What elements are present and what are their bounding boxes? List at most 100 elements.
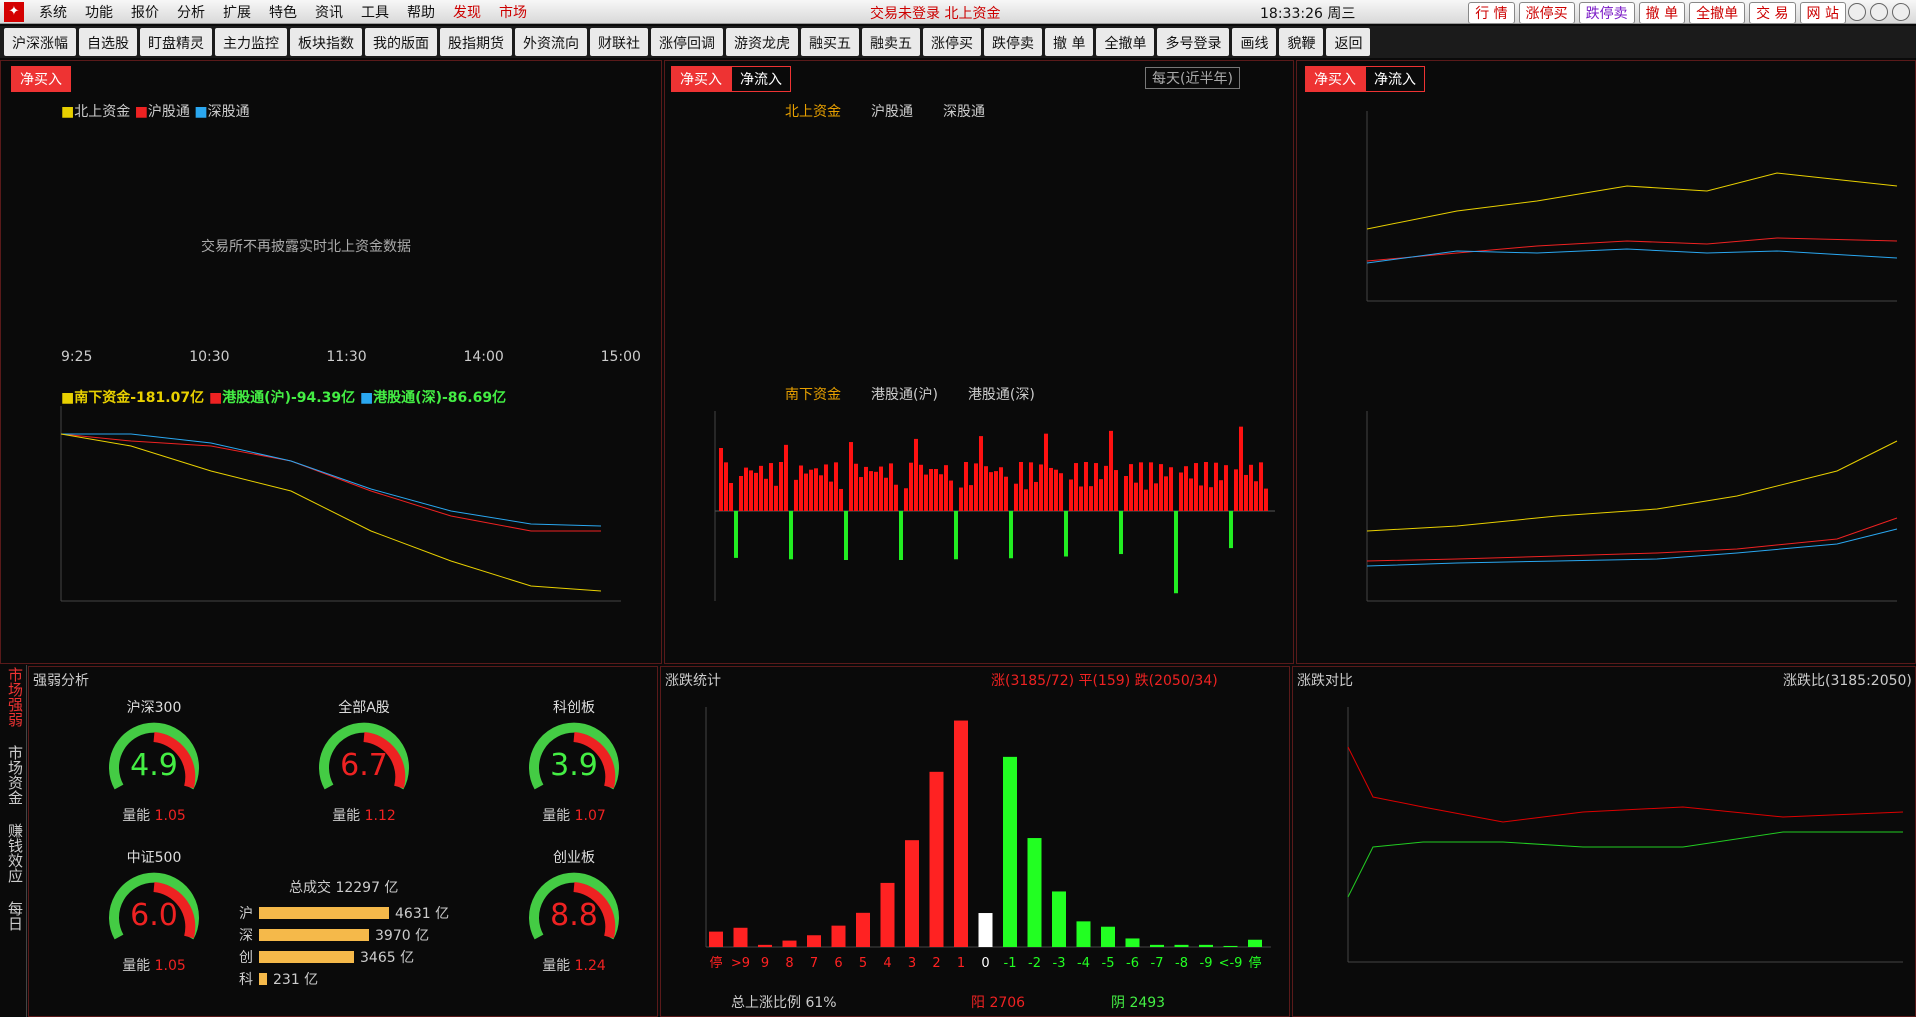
gauge-value: 4.9 bbox=[130, 748, 178, 783]
tick-label: -5 bbox=[1102, 956, 1115, 971]
menu-discover[interactable]: 发现 bbox=[444, 2, 490, 22]
south-intraday-chart bbox=[60, 406, 621, 602]
daily-bar bbox=[1009, 511, 1013, 559]
menu-system[interactable]: 系统 bbox=[30, 2, 76, 22]
tab-net-buy[interactable]: 净买入 bbox=[11, 66, 71, 92]
gauge-name: 中证500 bbox=[126, 850, 182, 866]
bar bbox=[856, 912, 870, 947]
toolbar-button[interactable]: 返回 bbox=[1326, 28, 1371, 56]
south-daily-bars bbox=[714, 411, 1275, 601]
bar bbox=[880, 882, 895, 947]
tab-cum-net-buy[interactable]: 净买入 bbox=[1305, 66, 1365, 92]
menu-quote[interactable]: 报价 bbox=[122, 2, 168, 22]
toolbar-button[interactable]: 沪深涨幅 bbox=[4, 28, 76, 56]
restore-icon[interactable] bbox=[1870, 3, 1888, 21]
daily-bar bbox=[994, 471, 998, 511]
daily-bar bbox=[1149, 462, 1153, 511]
tab-market-strength[interactable]: 市场强弱 bbox=[6, 667, 24, 727]
daily-bar bbox=[739, 476, 743, 511]
toolbar-button[interactable]: 貌鞭 bbox=[1279, 28, 1324, 56]
toolbar-button[interactable]: 撤 单 bbox=[1045, 28, 1094, 56]
daily-bar bbox=[1229, 511, 1233, 549]
tab-profit-effect[interactable]: 赚钱效应 bbox=[6, 823, 24, 883]
menu-feature[interactable]: 特色 bbox=[260, 2, 306, 22]
daily-bar bbox=[1034, 481, 1038, 511]
tick-label: 6 bbox=[834, 956, 842, 971]
daily-bar bbox=[1074, 463, 1078, 511]
tab-cum-net-inflow[interactable]: 净流入 bbox=[1365, 66, 1425, 92]
toolbar-button[interactable]: 股指期货 bbox=[440, 28, 512, 56]
toolbar-button[interactable]: 板块指数 bbox=[290, 28, 362, 56]
minimize-icon[interactable] bbox=[1848, 3, 1866, 21]
cancel-all-button[interactable]: 全撤单 bbox=[1689, 2, 1746, 24]
toolbar-button[interactable]: 主力监控 bbox=[215, 28, 287, 56]
daily-bar bbox=[829, 481, 833, 511]
toolbar-button[interactable]: 融卖五 bbox=[862, 28, 920, 56]
gauge-volume: 量能 1.12 bbox=[332, 808, 396, 824]
toolbar-button[interactable]: 全撤单 bbox=[1096, 28, 1155, 56]
tab-market-fund[interactable]: 市场资金 bbox=[6, 745, 24, 805]
toolbar-button[interactable]: 我的版面 bbox=[365, 28, 437, 56]
daily-bar bbox=[1224, 465, 1228, 511]
menu-function[interactable]: 功能 bbox=[76, 2, 122, 22]
close-icon[interactable] bbox=[1892, 3, 1910, 21]
bar bbox=[1125, 938, 1140, 947]
gauge-volume: 量能 1.07 bbox=[542, 808, 606, 824]
menu-extend[interactable]: 扩展 bbox=[214, 2, 260, 22]
daily-bar bbox=[749, 470, 753, 511]
daily-bar bbox=[1139, 462, 1143, 511]
daily-bar bbox=[974, 463, 978, 511]
daily-bar bbox=[744, 467, 748, 511]
cancel-button[interactable]: 撤 单 bbox=[1638, 2, 1686, 24]
tab-daily-net-inflow[interactable]: 净流入 bbox=[731, 66, 791, 92]
tick-label: -9 bbox=[1200, 956, 1213, 971]
tab-daily[interactable]: 每日 bbox=[6, 901, 24, 931]
app-logo[interactable]: ✦ bbox=[4, 1, 24, 22]
toolbar-button[interactable]: 自选股 bbox=[79, 28, 137, 56]
daily-bar bbox=[1119, 511, 1123, 555]
daily-bar bbox=[894, 484, 898, 511]
quote-button[interactable]: 行 情 bbox=[1468, 2, 1515, 24]
daily-bar bbox=[1199, 485, 1203, 511]
toolbar-button[interactable]: 外资流向 bbox=[515, 28, 587, 56]
toolbar-button[interactable]: 跌停卖 bbox=[984, 28, 1042, 56]
period-select[interactable]: 每天(近半年) bbox=[1145, 67, 1240, 89]
toolbar-button[interactable]: 游资龙虎 bbox=[726, 28, 798, 56]
trade-button[interactable]: 交 易 bbox=[1749, 2, 1796, 24]
menu-market[interactable]: 市场 bbox=[490, 2, 536, 22]
tab-daily-net-buy[interactable]: 净买入 bbox=[671, 66, 731, 92]
north-legend: ■北上资金 ■沪股通 ■深股通 bbox=[61, 104, 250, 120]
menu-analysis[interactable]: 分析 bbox=[168, 2, 214, 22]
toolbar-button[interactable]: 涨停回调 bbox=[651, 28, 723, 56]
bar bbox=[1003, 756, 1017, 947]
toolbar-button[interactable]: 盯盘精灵 bbox=[140, 28, 212, 56]
daily-bar bbox=[1029, 462, 1033, 511]
menu-help[interactable]: 帮助 bbox=[398, 2, 444, 22]
gauge-dial: 8.8 bbox=[529, 872, 619, 940]
bar bbox=[1199, 944, 1213, 947]
toolbar-button[interactable]: 多号登录 bbox=[1157, 28, 1230, 56]
daily-bar bbox=[764, 478, 768, 511]
menu-news[interactable]: 资讯 bbox=[306, 2, 352, 22]
bar bbox=[782, 940, 797, 947]
toolbar-button[interactable]: 涨停买 bbox=[923, 28, 981, 56]
menu-tools[interactable]: 工具 bbox=[352, 2, 398, 22]
toolbar-button[interactable]: 财联社 bbox=[590, 28, 648, 56]
daily-bar bbox=[924, 474, 928, 511]
daily-bar bbox=[1079, 486, 1083, 511]
toolbar-button[interactable]: 融买五 bbox=[801, 28, 859, 56]
limit-down-sell-button[interactable]: 跌停卖 bbox=[1578, 2, 1635, 24]
website-button[interactable]: 网 站 bbox=[1799, 2, 1846, 24]
toolbar-button[interactable]: 画线 bbox=[1232, 28, 1277, 56]
daily-bar bbox=[1094, 463, 1098, 511]
north-notice: 交易所不再披露实时北上资金数据 bbox=[201, 239, 411, 255]
daily-bar bbox=[1104, 465, 1108, 511]
limit-up-buy-button[interactable]: 涨停买 bbox=[1518, 2, 1575, 24]
tick-label: -8 bbox=[1175, 956, 1188, 971]
daily-bar bbox=[949, 480, 953, 511]
daily-bar bbox=[1189, 478, 1193, 511]
bottom-side-tabs: 市场强弱 市场资金 赚钱效应 每日 bbox=[0, 665, 27, 1017]
gauge-value: 3.9 bbox=[550, 748, 598, 783]
daily-bar bbox=[859, 477, 863, 511]
turnover-bars: 沪 4631 亿深 3970 亿创 3465 亿科 231 亿 bbox=[239, 902, 449, 990]
